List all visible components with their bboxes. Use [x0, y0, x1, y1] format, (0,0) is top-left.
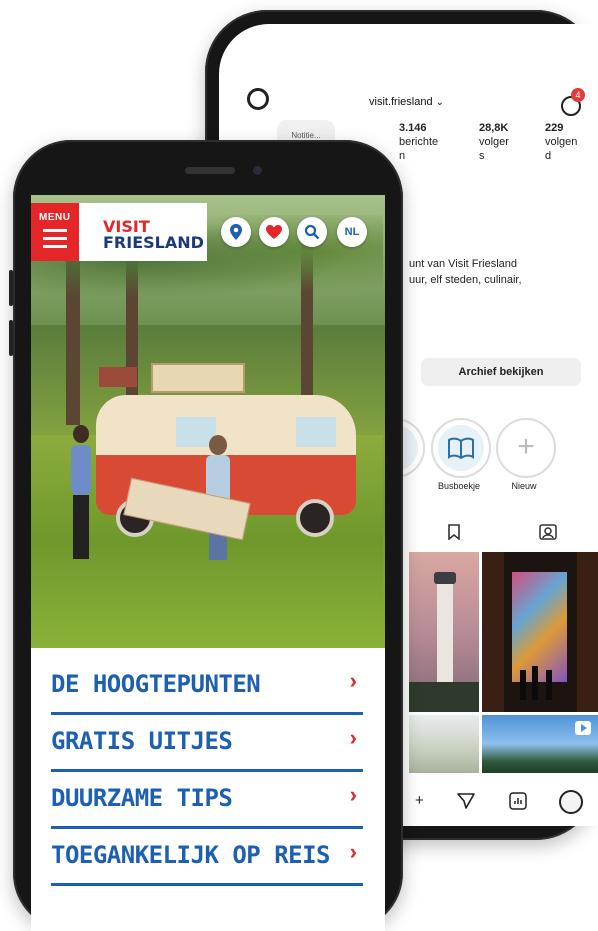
highlight-label-new: Nieuw [511, 481, 537, 491]
language-button[interactable]: NL [337, 217, 367, 247]
activity-icon[interactable]: 4 [559, 88, 585, 116]
stat-following-label-wrap: d [545, 150, 552, 162]
stat-posts-label-wrap: n [399, 150, 406, 162]
search-icon [304, 224, 320, 240]
nav-item-gratis-uitjes[interactable]: GRATIS UITJES › [51, 713, 363, 772]
book-icon [448, 437, 474, 459]
menu-button[interactable]: MENU [31, 203, 79, 261]
location-pin-icon [230, 224, 242, 240]
tagged-tab-icon[interactable] [539, 524, 557, 540]
archive-button[interactable]: Archief bekijken [421, 358, 581, 386]
nav-item-hoogtepunten[interactable]: DE HOOGTEPUNTEN › [51, 656, 363, 715]
nav-item-label: TOEGANKELIJK OP REIS [51, 841, 330, 869]
insights-icon[interactable] [509, 792, 527, 810]
volume-up-button [9, 270, 13, 306]
bio-line-1: unt van Visit Friesland [409, 258, 518, 270]
hamburger-icon [43, 229, 67, 232]
nav-item-label: DE HOOGTEPUNTEN [51, 670, 261, 698]
highlight-new[interactable]: + [496, 418, 556, 478]
post-forest-sky[interactable] [482, 715, 598, 773]
hamburger-bar [43, 245, 67, 248]
location-button[interactable] [221, 217, 251, 247]
plus-icon: + [517, 430, 535, 463]
volume-down-button [9, 320, 13, 356]
stat-followers-number: 28,8K [479, 122, 509, 134]
bio-line-2: uur, elf steden, culinair, [409, 274, 522, 286]
favorites-button[interactable] [259, 217, 289, 247]
bookmark-tab-icon[interactable] [447, 524, 461, 540]
website-phone: MENU VISIT FRIESLAND NL DE HOOGTEPUNTEN … [9, 140, 403, 931]
stat-followers-label-wrap: s [479, 150, 485, 162]
search-button[interactable] [297, 217, 327, 247]
heart-icon [266, 225, 282, 239]
chevron-right-icon: › [349, 782, 357, 807]
logo-line-friesland: FRIESLAND [103, 233, 204, 252]
highlight-busboekje[interactable] [431, 418, 491, 478]
stat-following-label: volgen [545, 136, 578, 148]
chevron-right-icon: › [349, 668, 357, 693]
post-illuminated-building[interactable] [482, 552, 598, 712]
nav-item-toegankelijk[interactable]: TOEGANKELIJK OP REIS › [51, 827, 363, 886]
notification-badge: 4 [571, 88, 585, 102]
plus-icon[interactable]: + [415, 792, 424, 809]
speaker-grille [185, 167, 235, 174]
stat-following[interactable]: 229 volgen d [545, 121, 577, 163]
stat-following-number: 229 [545, 122, 564, 134]
settings-icon[interactable] [247, 88, 269, 110]
nav-item-label: DUURZAME TIPS [51, 784, 233, 812]
website-screen: MENU VISIT FRIESLAND NL DE HOOGTEPUNTEN … [31, 195, 385, 931]
front-camera [253, 166, 262, 175]
post-lighthouse[interactable] [409, 552, 479, 712]
hero-image: MENU VISIT FRIESLAND NL [31, 195, 385, 648]
nav-list: DE HOOGTEPUNTEN › GRATIS UITJES › DUURZA… [31, 648, 385, 931]
nav-item-duurzame-tips[interactable]: DUURZAME TIPS › [51, 770, 363, 829]
nav-item-label: GRATIS UITJES [51, 727, 233, 755]
profile-icon[interactable] [559, 790, 583, 814]
stat-posts-number: 3.146 [399, 122, 427, 134]
video-icon [575, 721, 591, 735]
menu-label: MENU [39, 212, 71, 223]
stat-followers[interactable]: 28,8K volger s [479, 121, 509, 163]
send-icon[interactable] [457, 792, 475, 810]
stat-posts-label: berichte [399, 136, 439, 148]
highlight-label-busboekje: Busboekje [437, 481, 481, 491]
chevron-right-icon: › [349, 839, 357, 864]
stat-followers-label: volger [479, 136, 509, 148]
person-woman [71, 445, 91, 495]
profile-username[interactable]: visit.friesland ⌄ [369, 96, 444, 108]
username-text: visit.friesland [369, 96, 433, 108]
visit-friesland-logo[interactable]: VISIT FRIESLAND [79, 203, 207, 261]
hamburger-bar [43, 237, 67, 240]
chevron-down-icon: ⌄ [435, 97, 444, 108]
post-landscape[interactable] [409, 715, 479, 773]
chevron-right-icon: › [349, 725, 357, 750]
stat-posts[interactable]: 3.146 berichte n [399, 121, 438, 163]
